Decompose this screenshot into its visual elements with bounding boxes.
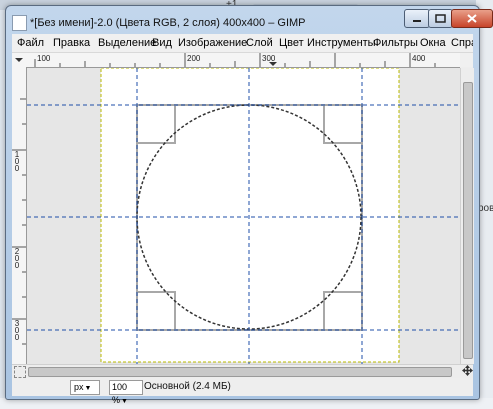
horizontal-scrollbar[interactable] (12, 364, 473, 378)
image-canvas[interactable] (27, 68, 460, 364)
minimize-icon (413, 20, 421, 22)
menu-colors[interactable]: Цвет (279, 37, 304, 49)
menu-bar: Файл Правка Выделение Вид Изображение Сл… (12, 34, 473, 53)
minimize-button[interactable] (404, 9, 430, 28)
vertical-scroll-thumb[interactable] (463, 82, 473, 359)
hruler-label-300: 300 (262, 54, 276, 63)
hruler-label-100: 100 (37, 54, 51, 63)
window-title: *[Без имени]-2.0 (Цвета RGB, 2 слоя) 400… (30, 17, 306, 29)
unit-select[interactable]: px▼ (70, 380, 100, 395)
maximize-button[interactable] (428, 9, 453, 28)
quick-mask-icon[interactable] (14, 366, 26, 378)
vruler-label-100: 100 (14, 150, 20, 173)
menu-select[interactable]: Выделение (98, 37, 156, 49)
vertical-scrollbar[interactable] (460, 68, 474, 364)
hruler-label-200: 200 (187, 54, 201, 63)
menu-layer[interactable]: Слой (246, 37, 273, 49)
vertical-ruler[interactable]: 100 200 300 (12, 67, 27, 364)
menu-view[interactable]: Вид (152, 37, 172, 49)
navigate-icon[interactable] (462, 365, 473, 376)
vruler-label-200: 200 (14, 247, 20, 270)
zoom-select[interactable]: 100 %▼ (109, 380, 143, 405)
ruler-menu-icon (15, 58, 23, 62)
navigate-top (460, 53, 473, 67)
horizontal-ruler[interactable]: 100 200 300 400 (26, 53, 460, 68)
image-window-client: Файл Правка Выделение Вид Изображение Сл… (12, 34, 474, 405)
status-bar: px▼ 100 %▼ Основной (2.4 МБ) (12, 378, 473, 405)
image-background (101, 68, 399, 362)
horizontal-scroll-thumb[interactable] (28, 367, 452, 377)
menu-file[interactable]: Файл (17, 37, 44, 49)
hruler-ticks (34, 53, 436, 67)
ruler-menu-button[interactable] (12, 53, 27, 68)
zoom-dropdown-icon: ▼ (121, 398, 128, 405)
unit-value: px (74, 382, 84, 392)
menu-windows[interactable]: Окна (420, 37, 446, 49)
vruler-label-300: 300 (14, 319, 20, 342)
menu-edit[interactable]: Правка (53, 37, 90, 49)
close-button[interactable] (451, 9, 493, 28)
close-icon (467, 14, 477, 23)
background-side-label: рова (478, 203, 493, 214)
canvas-area[interactable] (27, 68, 460, 364)
menu-tools[interactable]: Инструменты (307, 37, 376, 49)
gimp-doc-icon (12, 15, 27, 31)
menu-help[interactable]: Справ (451, 37, 473, 49)
menu-image[interactable]: Изображение (178, 37, 247, 49)
maximize-icon (435, 14, 446, 23)
menu-filters[interactable]: Фильтры (373, 37, 418, 49)
gimp-window: *[Без имени]-2.0 (Цвета RGB, 2 слоя) 400… (5, 5, 493, 405)
hruler-label-400: 400 (412, 54, 426, 63)
layer-status: Основной (2.4 МБ) (144, 381, 231, 392)
unit-dropdown-icon: ▼ (84, 385, 92, 392)
